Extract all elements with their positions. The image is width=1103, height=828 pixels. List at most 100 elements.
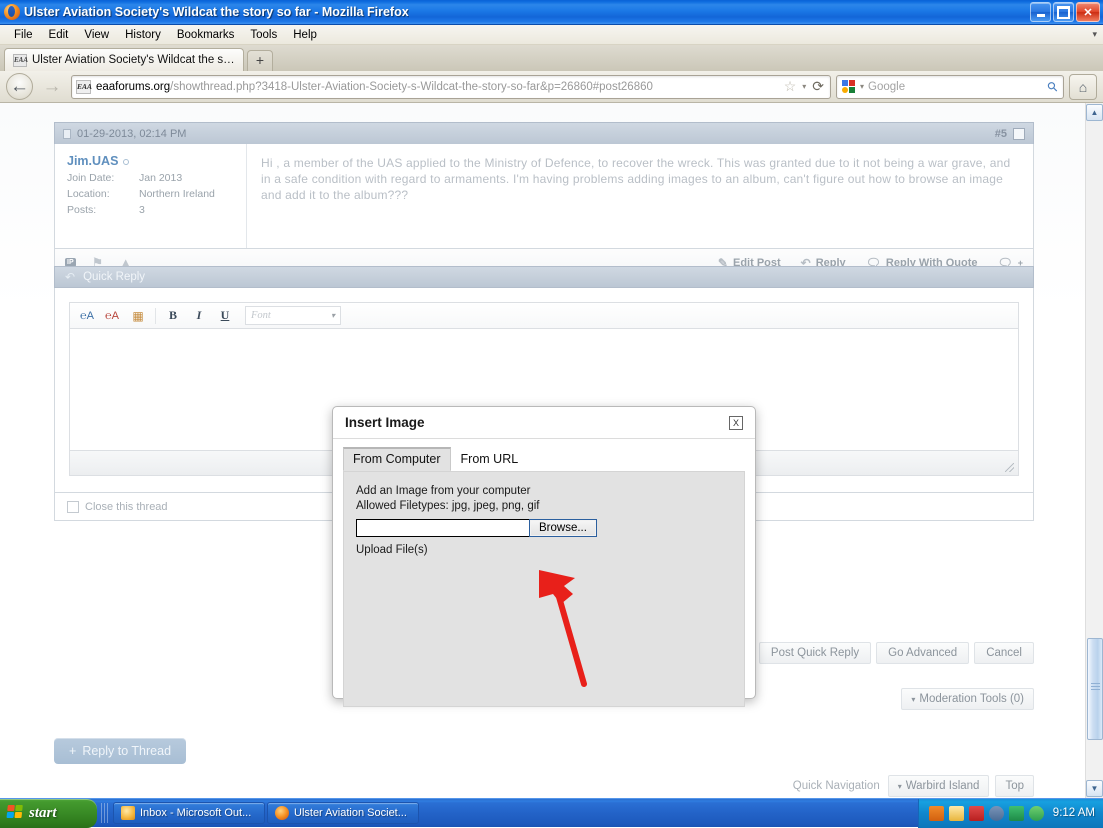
- chevron-down-icon: ▾: [911, 695, 915, 704]
- dialog-panel: Add an Image from your computer Allowed …: [343, 471, 745, 707]
- field-value: Jan 2013: [139, 172, 182, 184]
- editor-toolbar: ℮A ℮A ▦ B I U Font ▾: [69, 302, 1019, 328]
- chevron-down-icon[interactable]: ▾: [860, 82, 864, 91]
- menu-bookmarks[interactable]: Bookmarks: [169, 28, 243, 42]
- menu-tools[interactable]: Tools: [242, 28, 285, 42]
- search-box[interactable]: ▾ Google ⚲: [836, 75, 1064, 99]
- window-title: Ulster Aviation Society's Wildcat the st…: [24, 5, 409, 19]
- post-icon: [63, 129, 71, 139]
- taskbar-item-firefox[interactable]: Ulster Aviation Societ...: [267, 802, 419, 824]
- star-icon[interactable]: ☆: [784, 78, 797, 95]
- post-header: 01-29-2013, 02:14 PM #5: [54, 122, 1034, 144]
- mail-icon[interactable]: [949, 806, 964, 821]
- back-icon[interactable]: ←: [6, 73, 33, 100]
- bold-icon[interactable]: B: [161, 305, 185, 327]
- browse-button[interactable]: Browse...: [529, 519, 597, 537]
- moderation-tools-label: Moderation Tools (0): [919, 693, 1024, 705]
- dialog-description: Add an Image from your computer: [356, 484, 732, 499]
- close-icon[interactable]: X: [729, 416, 743, 430]
- forum-select-label: Warbird Island: [906, 780, 980, 792]
- menu-edit[interactable]: Edit: [41, 28, 77, 42]
- font-color-icon[interactable]: ℮A: [100, 305, 124, 327]
- top-button[interactable]: Top: [995, 775, 1034, 797]
- forum-favicon: EAA: [13, 54, 27, 67]
- menu-bar: File Edit View History Bookmarks Tools H…: [0, 25, 1103, 45]
- tab-strip: EAA Ulster Aviation Society's Wildcat th…: [0, 45, 1103, 71]
- google-icon: [842, 80, 856, 94]
- reply-arrow-icon: ↶: [65, 270, 75, 284]
- italic-icon[interactable]: I: [187, 305, 211, 327]
- reload-icon[interactable]: ⟳: [812, 78, 824, 95]
- go-advanced-button[interactable]: Go Advanced: [876, 642, 969, 664]
- windows-taskbar: start Inbox - Microsoft Out... Ulster Av…: [0, 798, 1103, 827]
- font-select[interactable]: Font ▾: [245, 306, 341, 325]
- taskbar-item-label: Ulster Aviation Societ...: [294, 807, 407, 819]
- url-text: eaaforums.org/showthread.php?3418-Ulster…: [96, 81, 653, 93]
- upload-files-label[interactable]: Upload File(s): [356, 544, 732, 556]
- address-bar[interactable]: EAA eaaforums.org/showthread.php?3418-Ul…: [71, 75, 831, 99]
- url-path: /showthread.php?3418-Ulster-Aviation-Soc…: [170, 81, 653, 93]
- close-thread-checkbox[interactable]: [67, 501, 79, 513]
- chevron-down-icon[interactable]: ▾: [802, 82, 806, 91]
- post-timestamp: 01-29-2013, 02:14 PM: [77, 128, 186, 140]
- cancel-button[interactable]: Cancel: [974, 642, 1034, 664]
- tab-from-url[interactable]: From URL: [451, 448, 529, 471]
- dialog-title: Insert Image: [345, 415, 425, 430]
- window-titlebar: Ulster Aviation Society's Wildcat the st…: [0, 0, 1103, 25]
- taskbar-item-label: Inbox - Microsoft Out...: [140, 807, 251, 819]
- remove-formatting-icon[interactable]: ℮A: [74, 305, 98, 327]
- minimize-button[interactable]: [1030, 2, 1051, 22]
- search-input[interactable]: Google: [868, 81, 905, 93]
- online-status-icon: [123, 159, 129, 165]
- quick-navigation: Quick Navigation ▾ Warbird Island Top: [793, 775, 1034, 797]
- scroll-down-icon[interactable]: ▼: [1086, 780, 1103, 797]
- site-favicon: EAA: [76, 80, 91, 94]
- post-body: Jim.UAS Join Date: Jan 2013 Location: No…: [54, 144, 1034, 249]
- search-icon[interactable]: ⚲: [1044, 77, 1062, 95]
- close-button[interactable]: ✕: [1076, 2, 1100, 22]
- windows-flag-icon: [6, 805, 25, 821]
- post-author-name[interactable]: Jim.UAS: [67, 154, 236, 168]
- reply-to-thread-button[interactable]: + Reply to Thread: [54, 738, 186, 764]
- scrollbar-thumb[interactable]: [1087, 638, 1103, 740]
- underline-icon[interactable]: U: [213, 305, 237, 327]
- forward-icon[interactable]: →: [38, 74, 66, 100]
- field-value: 3: [139, 204, 145, 216]
- tab-from-computer[interactable]: From Computer: [343, 447, 451, 471]
- taskbar-item-outlook[interactable]: Inbox - Microsoft Out...: [113, 802, 265, 824]
- taskbar-clock[interactable]: 9:12 AM: [1053, 807, 1095, 819]
- home-icon[interactable]: ⌂: [1069, 74, 1097, 100]
- file-path-input[interactable]: [356, 519, 530, 537]
- insert-image-icon[interactable]: ▦: [126, 305, 150, 327]
- post-select-checkbox[interactable]: [1013, 128, 1025, 140]
- menu-file[interactable]: File: [6, 28, 41, 42]
- menu-history[interactable]: History: [117, 28, 169, 42]
- hourglass-icon[interactable]: [1009, 806, 1024, 821]
- file-picker-row: Browse...: [356, 519, 732, 537]
- new-tab-button[interactable]: +: [247, 50, 273, 71]
- dialog-tabs: From Computer From URL: [333, 439, 755, 471]
- post-number[interactable]: #5: [995, 128, 1013, 140]
- page-scrollbar[interactable]: ▲ ▼: [1085, 103, 1103, 798]
- reply-to-thread-label: Reply to Thread: [82, 744, 171, 758]
- moderation-tools-button[interactable]: ▾ Moderation Tools (0): [901, 688, 1034, 710]
- maximize-button[interactable]: [1053, 2, 1074, 22]
- media-icon[interactable]: [989, 806, 1004, 821]
- shield-icon[interactable]: [969, 806, 984, 821]
- browser-tab-active[interactable]: EAA Ulster Aviation Society's Wildcat th…: [4, 48, 244, 71]
- taskbar-grip[interactable]: [101, 803, 109, 823]
- network-icon[interactable]: [1029, 806, 1044, 821]
- menu-view[interactable]: View: [76, 28, 117, 42]
- start-button[interactable]: start: [0, 799, 97, 828]
- avg-icon[interactable]: [929, 806, 944, 821]
- menu-help[interactable]: Help: [285, 28, 325, 42]
- chevron-down-icon: ▾: [331, 311, 335, 320]
- scroll-up-icon[interactable]: ▲: [1086, 104, 1103, 121]
- chevron-down-icon[interactable]: ▾: [1092, 29, 1097, 40]
- allowed-filetypes-label: Allowed Filetypes: jpg, jpeg, png, gif: [356, 499, 732, 514]
- window-controls: ✕: [1030, 2, 1100, 22]
- field-key: Posts:: [67, 204, 139, 216]
- post-content: Hi , a member of the UAS applied to the …: [247, 144, 1033, 248]
- post-quick-reply-button[interactable]: Post Quick Reply: [759, 642, 871, 664]
- forum-select-button[interactable]: ▾ Warbird Island: [888, 775, 990, 797]
